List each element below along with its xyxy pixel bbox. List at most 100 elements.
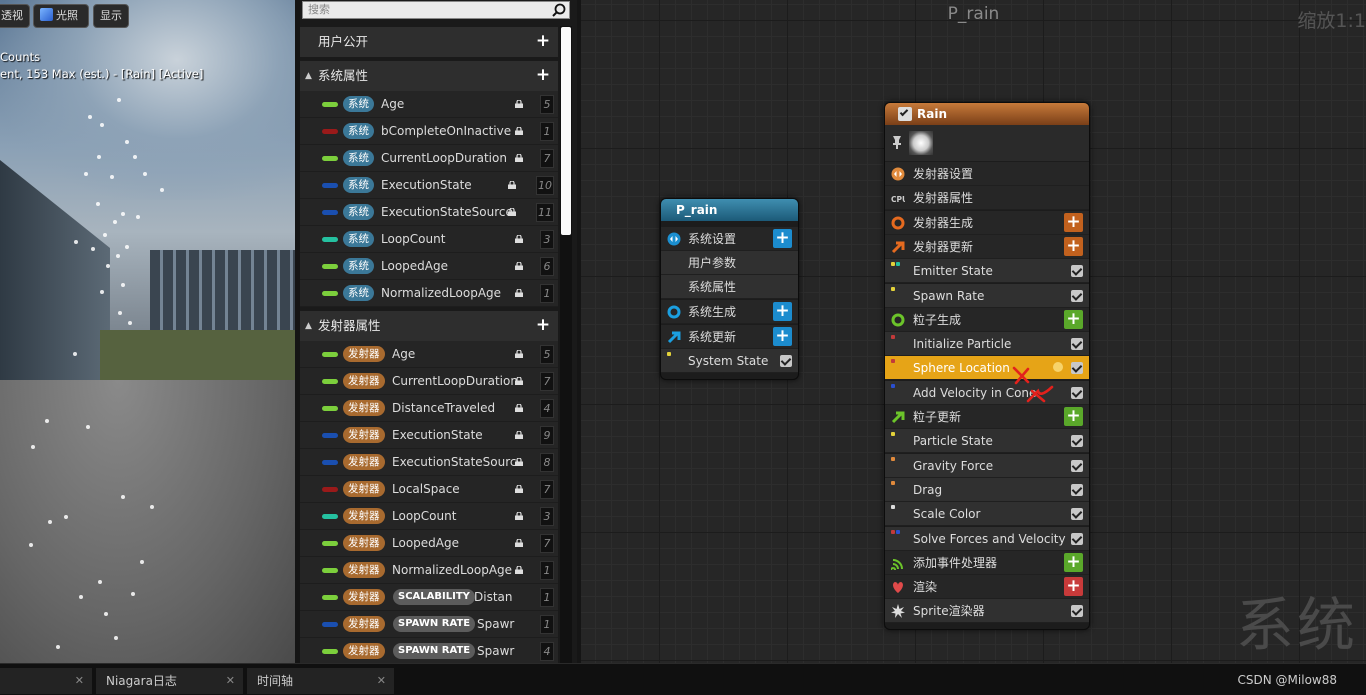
close-icon[interactable]: ✕ [377,668,386,694]
preview-viewport[interactable]: 透视 光照 显示 Counts ent, 153 Max (est.) - [R… [0,0,295,663]
system-state-row[interactable]: System State [661,349,798,373]
attribute-row[interactable]: 发射器 LocalSpace 7 [300,476,558,503]
stack-row[interactable]: 渲染 + [885,575,1089,600]
close-icon[interactable]: ✕ [75,668,84,694]
enable-checkbox[interactable] [780,355,792,367]
close-icon[interactable]: ✕ [226,668,235,694]
attribute-row[interactable]: 系统 bCompleteOnInactive 1 [300,118,558,145]
attribute-row[interactable]: 系统 NormalizedLoopAge 1 [300,280,558,307]
particle [88,115,92,119]
attribute-row[interactable]: 发射器 LoopedAge 7 [300,530,558,557]
add-module-button[interactable]: + [1064,407,1083,426]
system-node-header[interactable]: P_rain [661,199,798,221]
stack-row[interactable]: 粒子生成 + [885,307,1089,332]
enable-checkbox[interactable] [1071,362,1083,375]
stack-row[interactable]: Sprite渲染器 [885,599,1089,624]
add-module-button[interactable]: + [1064,577,1083,597]
system-spawn-row[interactable]: 系统生成 + [661,300,798,324]
pin-icon[interactable] [892,135,902,149]
emitter-enable-checkbox[interactable] [898,107,912,121]
system-overview-graph[interactable]: P_rain 缩放1:1 系统 P_rain 系统设置 + 用户参数 系统属性 … [581,0,1366,663]
stack-row[interactable]: 发射器更新 + [885,234,1089,259]
add-module-button[interactable]: + [1064,212,1083,232]
tab-timeline[interactable]: 时间轴 ✕ [247,668,394,694]
stack-row[interactable]: Initialize Particle [885,332,1089,357]
module-dot [891,383,895,388]
stack-row[interactable]: 发射器生成 + [885,210,1089,235]
attribute-row[interactable]: 系统 LoopedAge 6 [300,253,558,280]
enable-checkbox[interactable] [1071,508,1083,521]
stack-row[interactable]: 粒子更新 + [885,405,1089,429]
perspective-button[interactable]: 透视 [0,4,30,28]
add-module-button[interactable]: + [1064,236,1083,256]
add-module-button[interactable]: + [1064,552,1083,572]
stack-row[interactable]: Gravity Force [885,453,1089,478]
warning-icon[interactable] [1053,362,1063,373]
system-settings-row[interactable]: 系统设置 + [661,227,798,251]
add-system-update-button[interactable]: + [773,327,792,346]
enable-checkbox[interactable] [1071,605,1083,618]
stack-row[interactable]: 发射器设置 [885,162,1089,186]
enable-checkbox[interactable] [1071,289,1083,302]
reference-count: 1 [540,122,554,141]
stack-row[interactable]: CPU 发射器属性 [885,186,1089,211]
stack-row[interactable]: Drag [885,477,1089,502]
attribute-row[interactable]: 发射器 CurrentLoopDuration 7 [300,368,558,395]
attribute-row[interactable]: 系统 LoopCount 3 [300,226,558,253]
stack-row[interactable]: Add Velocity in Cone [885,380,1089,405]
attribute-row[interactable]: 系统 ExecutionState 10 [300,172,558,199]
enable-checkbox[interactable] [1071,265,1083,278]
add-module-button[interactable]: + [1064,309,1083,329]
stack-row[interactable]: Sphere Location [885,356,1089,381]
emitter-node-header[interactable]: Rain [885,103,1089,125]
tab-niagara-log[interactable]: Niagara日志 ✕ [96,668,243,694]
add-user-param-button[interactable]: + [535,33,551,50]
attribute-row[interactable]: 发射器 ExecutionState 9 [300,422,558,449]
attribute-row[interactable]: 发射器 NormalizedLoopAge 1 [300,557,558,584]
attribute-row[interactable]: 发射器 LoopCount 3 [300,503,558,530]
tab-unnamed[interactable]: ✕ [0,668,92,694]
emitter-node[interactable]: Rain 发射器设置 CPU 发射器属性发射器生成 + 发射器更新 + Emitter St… [884,102,1090,630]
add-system-setting-button[interactable]: + [773,229,792,248]
search-input[interactable]: 搜索 [302,1,570,19]
enable-checkbox[interactable] [1071,483,1083,496]
system-attrs-row[interactable]: 系统属性 [661,275,798,299]
user-params-row[interactable]: 用户参数 [661,251,798,275]
enable-checkbox[interactable] [1071,532,1083,545]
user-public-section[interactable]: 用户公开 + [300,27,558,57]
lighting-button[interactable]: 光照 [33,4,89,28]
enable-checkbox[interactable] [1071,338,1083,351]
stack-row[interactable]: Solve Forces and Velocity [885,526,1089,551]
system-attributes-section[interactable]: ▲ 系统属性 + [300,61,558,91]
add-system-attr-button[interactable]: + [535,67,551,84]
enable-checkbox[interactable] [1071,435,1083,448]
params-scrollbar-thumb[interactable] [561,27,571,235]
attribute-row[interactable]: 系统 Age 5 [300,91,558,118]
add-system-spawn-button[interactable]: + [773,302,792,321]
stack-row[interactable]: Scale Color [885,502,1089,527]
system-update-row[interactable]: 系统更新 + [661,325,798,349]
enable-checkbox[interactable] [1071,386,1083,399]
attribute-row[interactable]: 系统 ExecutionStateSource 11 [300,199,558,226]
attribute-row[interactable]: 系统 CurrentLoopDuration 7 [300,145,558,172]
enable-checkbox[interactable] [1071,459,1083,472]
stack-row[interactable]: Emitter State [885,259,1089,284]
system-node[interactable]: P_rain 系统设置 + 用户参数 系统属性 系统生成 + 系统更新 + Sy… [660,198,799,380]
attribute-row[interactable]: 发射器 SCALABILITY Distan 1 [300,584,558,611]
show-button[interactable]: 显示 [93,4,129,28]
stack-row[interactable]: 添加事件处理器 + [885,550,1089,575]
attribute-name: ExecutionState [392,428,483,442]
attribute-row[interactable]: 发射器 SPAWN RATE Spawr 1 [300,611,558,638]
collapse-triangle-icon[interactable]: ▲ [305,61,312,91]
emitter-attributes-section[interactable]: ▲ 发射器属性 + [300,311,558,341]
attribute-row[interactable]: 发射器 DistanceTraveled 4 [300,395,558,422]
particle [133,155,137,159]
add-emitter-attr-button[interactable]: + [535,317,551,334]
stack-row[interactable]: Spawn Rate [885,283,1089,308]
search-icon[interactable] [552,3,566,17]
attribute-row[interactable]: 发射器 Age 5 [300,341,558,368]
collapse-triangle-icon[interactable]: ▲ [305,311,312,341]
attribute-row[interactable]: 发射器 ExecutionStateSource 8 [300,449,558,476]
stack-row[interactable]: Particle State [885,429,1089,454]
attribute-row[interactable]: 发射器 SPAWN RATE Spawr 4 [300,638,558,663]
